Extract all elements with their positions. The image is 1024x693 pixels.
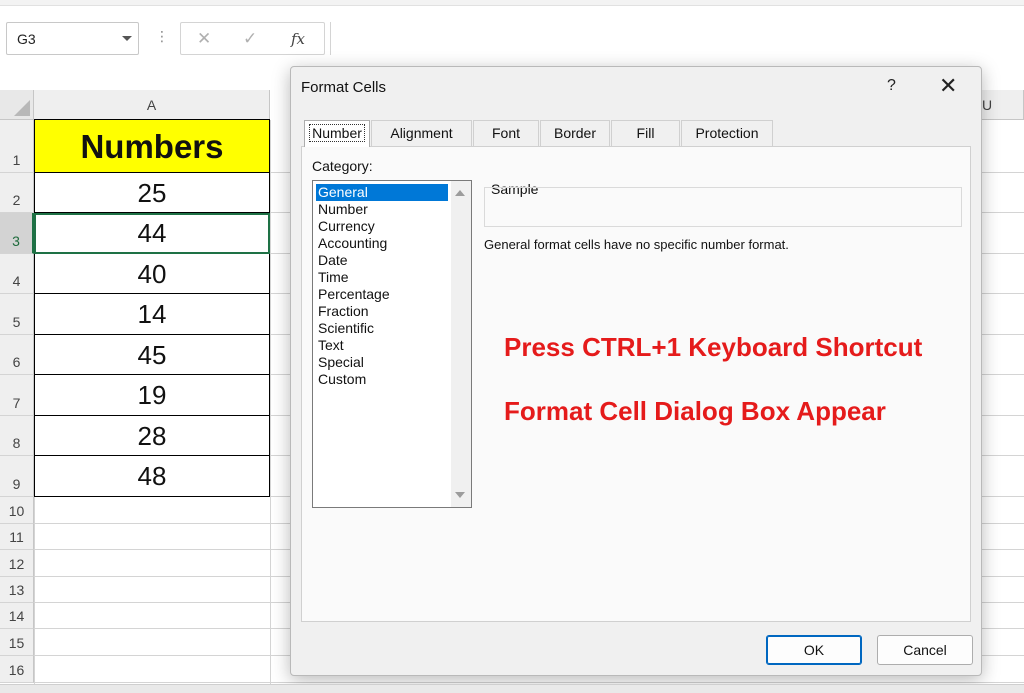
column-header-a[interactable]: A (34, 90, 270, 120)
close-icon[interactable]: ✕ (197, 29, 211, 49)
number-cell[interactable]: 25 (34, 173, 270, 213)
row-header-label: 4 (12, 273, 21, 289)
format-cells-dialog: Format Cells ? ✕ Number Alignment Font B… (290, 66, 982, 676)
tab-font[interactable]: Font (473, 120, 539, 146)
row-header-16[interactable]: 16 (0, 656, 34, 683)
number-cell[interactable]: 48 (34, 456, 270, 497)
row-header-5[interactable]: 5 (0, 294, 34, 335)
name-box-value: G3 (17, 31, 36, 47)
row-header-1[interactable]: 1 (0, 120, 34, 173)
category-item[interactable]: Percentage (316, 286, 448, 303)
row-header-label: 2 (12, 192, 21, 208)
number-cell[interactable]: 19 (34, 375, 270, 416)
row-header-label: 9 (12, 476, 21, 492)
select-all-button[interactable] (0, 90, 34, 120)
category-item[interactable]: Fraction (316, 303, 448, 320)
tab-number-label: Number (309, 124, 365, 142)
number-cell[interactable]: 45 (34, 335, 270, 375)
formula-buttons: ✕ ✓ fx (180, 22, 325, 55)
category-list[interactable]: General Number Currency Accounting Date Time P… (312, 180, 472, 508)
row-header-11[interactable]: 11 (0, 524, 34, 550)
row-header-label: 14 (8, 608, 25, 624)
row-header-label: 8 (12, 435, 21, 451)
tab-fill[interactable]: Fill (611, 120, 680, 146)
tab-protection[interactable]: Protection (681, 120, 773, 146)
grid-column-line (270, 120, 271, 693)
category-label: Category: (312, 158, 373, 174)
annotation-shortcut: Press CTRL+1 Keyboard Shortcut (504, 332, 923, 362)
row-header-label: 1 (12, 152, 21, 168)
row-header-label: 6 (12, 354, 21, 370)
formula-input[interactable] (330, 22, 1024, 55)
ok-button[interactable]: OK (766, 635, 862, 665)
category-item[interactable]: Number (316, 201, 448, 218)
name-box[interactable]: G3 (6, 22, 139, 55)
category-scrollbar[interactable] (451, 181, 471, 507)
category-item[interactable]: Time (316, 269, 448, 286)
help-button[interactable]: ? (887, 77, 896, 95)
number-cell[interactable]: 14 (34, 294, 270, 335)
category-item[interactable]: Currency (316, 218, 448, 235)
row-header-label: 13 (8, 582, 25, 598)
row-header-7[interactable]: 7 (0, 375, 34, 416)
tab-border[interactable]: Border (540, 120, 610, 146)
grid-row-line (0, 682, 1024, 683)
select-all-triangle-icon (14, 100, 30, 116)
scroll-up-arrow-icon[interactable] (455, 190, 465, 196)
formula-bar-grip[interactable]: ⋮ (155, 28, 169, 45)
row-header-14[interactable]: 14 (0, 603, 34, 629)
sheet-tab-bar (0, 684, 1024, 693)
fx-icon[interactable]: fx (291, 30, 305, 48)
row-header-15[interactable]: 15 (0, 629, 34, 656)
category-item[interactable]: Date (316, 252, 448, 269)
row-header-4[interactable]: 4 (0, 254, 34, 294)
row-header-12[interactable]: 12 (0, 550, 34, 577)
column-header-u[interactable]: U (980, 90, 1024, 120)
row-header-label: 10 (8, 503, 25, 519)
row-header-label: 3 (12, 233, 20, 249)
check-icon[interactable]: ✓ (243, 29, 257, 49)
row-header-label: 15 (8, 635, 25, 651)
column-header-cell[interactable]: Numbers (34, 119, 270, 173)
scroll-down-arrow-icon[interactable] (455, 492, 465, 498)
formula-bar: G3 ⋮ ✕ ✓ fx (0, 6, 1024, 66)
number-tab-panel: Category: General Number Currency Accountin… (301, 146, 971, 622)
sample-box (484, 187, 962, 227)
category-item[interactable]: Accounting (316, 235, 448, 252)
dialog-title: Format Cells (301, 79, 387, 96)
number-cell[interactable]: 40 (34, 254, 270, 294)
row-header-label: 11 (9, 529, 24, 545)
category-item[interactable]: Text (316, 337, 448, 354)
row-header-label: 16 (8, 662, 25, 678)
category-item[interactable]: Scientific (316, 320, 448, 337)
row-header-label: 12 (8, 556, 25, 572)
row-header-label: 7 (12, 395, 21, 411)
category-item[interactable]: General (316, 184, 448, 201)
row-header-6[interactable]: 6 (0, 335, 34, 375)
format-description: General format cells have no specific nu… (484, 237, 789, 252)
excel-window: G3 ⋮ ✕ ✓ fx A U 1 Numbers 2 25 3 44 4 40 5 14 6 45 7… (0, 0, 1024, 693)
cancel-button[interactable]: Cancel (877, 635, 973, 665)
close-button[interactable]: ✕ (939, 73, 957, 99)
row-header-10[interactable]: 10 (0, 497, 34, 524)
tab-alignment[interactable]: Alignment (371, 120, 472, 146)
tab-number[interactable]: Number (304, 120, 370, 147)
row-header-13[interactable]: 13 (0, 577, 34, 603)
row-header-2[interactable]: 2 (0, 173, 34, 213)
chevron-down-icon[interactable] (122, 36, 132, 41)
row-header-8[interactable]: 8 (0, 416, 34, 456)
annotation-dialog: Format Cell Dialog Box Appear (504, 396, 886, 426)
row-header-label: 5 (12, 314, 21, 330)
category-item[interactable]: Special (316, 354, 448, 371)
dialog-tabs: Number Alignment Font Border Fill Protec… (301, 120, 971, 147)
row-header-3[interactable]: 3 (0, 213, 34, 254)
number-cell[interactable]: 28 (34, 416, 270, 456)
row-header-9[interactable]: 9 (0, 456, 34, 497)
category-item[interactable]: Custom (316, 371, 448, 388)
number-cell[interactable]: 44 (34, 213, 270, 254)
